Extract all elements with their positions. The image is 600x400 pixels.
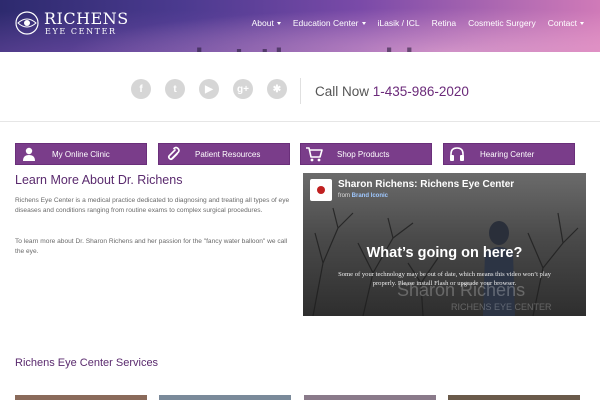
chevron-down-icon xyxy=(580,21,584,25)
nav-contact[interactable]: Contact xyxy=(548,18,584,28)
hearing-center-label: Hearing Center xyxy=(480,149,535,159)
service-thumbnail[interactable] xyxy=(304,395,436,400)
headphones-icon xyxy=(446,144,468,164)
yelp-icon[interactable]: ✱ xyxy=(267,79,287,99)
nav-retina[interactable]: Retina xyxy=(432,18,457,28)
shop-products-label: Shop Products xyxy=(337,149,390,159)
eye-logo-icon xyxy=(15,11,39,35)
my-online-clinic-button[interactable]: My Online Clinic xyxy=(15,143,147,165)
page: what the world RICHENS EYE CENTER About … xyxy=(0,0,600,400)
service-thumbnail[interactable] xyxy=(448,395,580,400)
learn-more-heading: Learn More About Dr. Richens xyxy=(15,173,183,187)
nav-ilasik-icl-label: iLasik / ICL xyxy=(377,18,420,28)
video-byline: from Brand Iconic xyxy=(338,193,388,199)
video-watermark-subtitle: RICHENS EYE CENTER xyxy=(451,302,552,312)
facebook-icon[interactable]: f xyxy=(131,79,151,99)
google-plus-icon[interactable]: g+ xyxy=(233,79,253,99)
hero-text: what the world xyxy=(170,44,416,52)
nav-education-center[interactable]: Education Center xyxy=(293,18,366,28)
nav-cosmetic-surgery[interactable]: Cosmetic Surgery xyxy=(468,18,536,28)
services-heading: Richens Eye Center Services xyxy=(15,357,159,369)
call-now: Call Now 1-435-986-2020 xyxy=(315,84,469,99)
phone-link[interactable]: 1-435-986-2020 xyxy=(373,84,469,99)
learn-more-paragraph: Richens Eye Center is a medical practice… xyxy=(15,197,290,214)
site-logo[interactable]: RICHENS EYE CENTER xyxy=(14,8,134,38)
video-author-link[interactable]: Brand Iconic xyxy=(352,193,388,199)
nav-contact-label: Contact xyxy=(547,18,577,28)
user-icon xyxy=(18,144,40,164)
channel-badge-icon[interactable] xyxy=(310,179,332,201)
call-label: Call Now xyxy=(315,84,370,99)
video-byline-prefix: from xyxy=(338,193,350,199)
chevron-down-icon xyxy=(361,21,366,25)
nav-retina-label: Retina xyxy=(431,18,457,28)
nav-education-center-label: Education Center xyxy=(292,18,359,28)
video-error-heading: What’s going on here? xyxy=(366,245,523,261)
shop-products-button[interactable]: Shop Products xyxy=(300,143,432,165)
divider xyxy=(300,78,301,104)
patient-resources-button[interactable]: Patient Resources xyxy=(158,143,290,165)
learn-more-paragraph-2: To learn more about Dr. Sharon Richens a… xyxy=(15,238,288,255)
hearing-center-button[interactable]: Hearing Center xyxy=(443,143,575,165)
social-icons: f t ▶ g+ ✱ xyxy=(131,79,287,99)
video-player[interactable]: Sharon Richens RICHENS EYE CENTER Sharon… xyxy=(303,173,586,316)
nav-cosmetic-surgery-label: Cosmetic Surgery xyxy=(468,18,536,28)
social-bar: f t ▶ g+ ✱ Call Now 1-435-986-2020 xyxy=(0,52,600,122)
main-nav: About Education Center iLasik / ICL Reti… xyxy=(252,18,584,28)
paperclip-icon xyxy=(161,144,183,164)
chevron-down-icon xyxy=(276,21,281,25)
nav-ilasik-icl[interactable]: iLasik / ICL xyxy=(378,18,420,28)
site-header: what the world RICHENS EYE CENTER About … xyxy=(0,0,600,52)
service-thumbnail[interactable] xyxy=(15,395,147,400)
service-thumbnail[interactable] xyxy=(159,395,291,400)
nav-about[interactable]: About xyxy=(252,18,281,28)
cart-icon xyxy=(303,144,325,164)
my-online-clinic-label: My Online Clinic xyxy=(52,149,110,159)
patient-resources-label: Patient Resources xyxy=(195,149,261,159)
video-title[interactable]: Sharon Richens: Richens Eye Center xyxy=(338,179,514,190)
youtube-icon[interactable]: ▶ xyxy=(199,79,219,99)
logo-subtitle: EYE CENTER xyxy=(45,27,117,36)
twitter-icon[interactable]: t xyxy=(165,79,185,99)
nav-about-label: About xyxy=(251,18,274,28)
video-error-message: Some of your technology may be out of da… xyxy=(338,271,551,287)
logo-name: RICHENS xyxy=(44,9,129,28)
